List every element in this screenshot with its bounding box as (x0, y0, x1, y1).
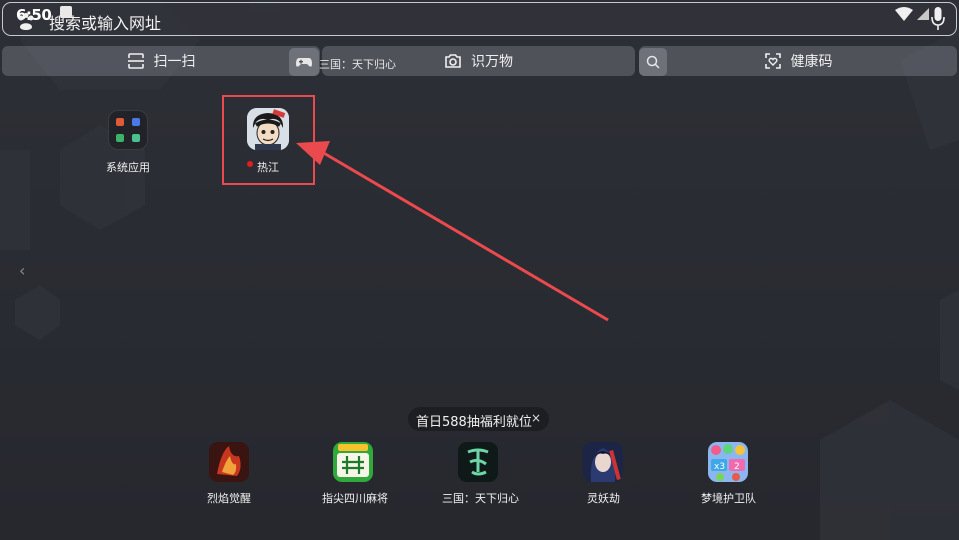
microphone-icon[interactable] (931, 6, 945, 32)
svg-text:2: 2 (734, 462, 740, 472)
calligraphy-logo-icon (458, 442, 498, 482)
dock-label-mengjing: 梦境护卫队 (701, 492, 756, 505)
status-bar: 6:50 (0, 0, 959, 38)
new-badge-dot (247, 161, 253, 167)
scan-label: 扫一扫 (153, 54, 196, 70)
app-icon-mahjong[interactable] (333, 442, 373, 482)
fire-logo-icon (209, 442, 249, 482)
app-icon-lieyan[interactable] (209, 442, 249, 482)
app-icon-sanguo[interactable] (458, 442, 498, 482)
chevron-left-icon[interactable]: ‹ (19, 261, 25, 280)
game-suggestion-label[interactable]: 三国：天下归心 (319, 56, 396, 72)
folder-mini-app-2 (132, 118, 140, 126)
app-icon-rejiang[interactable] (247, 108, 289, 150)
dock-label-lingyao: 灵妖劫 (587, 492, 620, 505)
promo-banner[interactable]: 首日588抽福利就位 × (408, 407, 549, 431)
folder-mini-app-1 (116, 118, 124, 126)
folder-mini-app-4 (132, 134, 140, 142)
app-icon-mengjing[interactable]: x3 2 (708, 442, 748, 482)
system-apps-folder[interactable] (108, 110, 148, 150)
wifi-icon (895, 7, 913, 21)
camera-icon (445, 54, 461, 68)
game-suggestion-chip[interactable] (289, 48, 319, 76)
promo-close-button[interactable]: × (531, 411, 541, 425)
scan-icon (127, 53, 144, 69)
signal-icon (917, 8, 929, 20)
notification-icon (60, 6, 72, 18)
dock-label-lieyan: 烈焰觉醒 (207, 492, 251, 505)
mahjong-logo-icon (333, 442, 373, 482)
identify-label: 识万物 (471, 54, 513, 70)
cartoon-face-icon (247, 108, 289, 150)
health-code-icon (764, 53, 781, 69)
bubble-game-icon: x3 2 (708, 442, 748, 482)
gamepad-icon (296, 58, 312, 67)
promo-text: 首日588抽福利就位 (416, 415, 532, 430)
system-apps-label: 系统应用 (106, 161, 150, 174)
health-code-label: 健康码 (790, 54, 833, 70)
health-code-button[interactable]: 健康码 (639, 46, 957, 76)
search-chip[interactable] (639, 48, 667, 76)
dock-label-sanguo: 三国：天下归心 (442, 492, 519, 505)
scan-button[interactable]: 扫一扫 (2, 46, 320, 76)
dock-label-mahjong: 指尖四川麻将 (322, 492, 388, 505)
app-icon-lingyao[interactable] (583, 442, 623, 482)
folder-mini-app-3 (116, 134, 124, 142)
rejiang-label: 热江 (257, 161, 279, 174)
search-icon (646, 55, 660, 69)
svg-text:x3: x3 (714, 462, 725, 472)
character-portrait-icon (583, 442, 623, 482)
baidu-paw-icon (18, 13, 34, 30)
